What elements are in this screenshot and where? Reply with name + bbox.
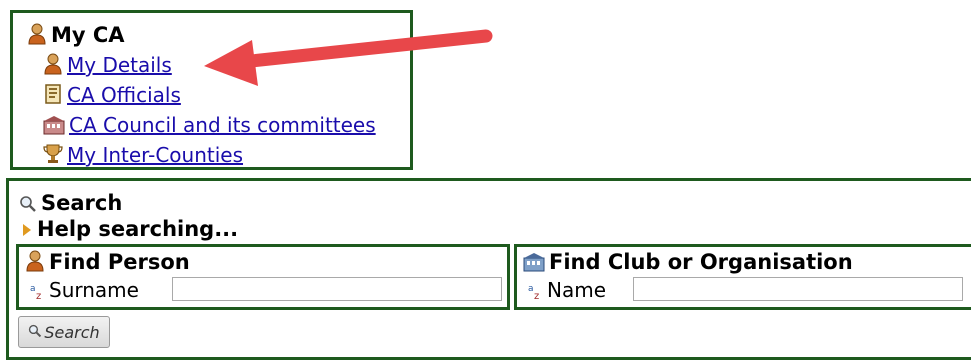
link-my-details[interactable]: My Details [43, 53, 172, 80]
magnifier-icon [28, 323, 42, 342]
search-heading: Search [19, 191, 122, 218]
ca-officials-label[interactable]: CA Officials [67, 83, 181, 107]
building-icon [523, 252, 545, 277]
svg-text:z: z [534, 291, 539, 300]
my-ca-panel: My CA My Details CA Officials CA Council… [10, 10, 413, 170]
help-searching-label[interactable]: Help searching... [37, 217, 238, 241]
find-club-heading: Find Club or Organisation [523, 250, 853, 277]
document-icon [43, 83, 63, 110]
person-icon [25, 250, 45, 277]
my-details-label[interactable]: My Details [67, 53, 172, 77]
help-searching-toggle[interactable]: Help searching... [21, 217, 238, 244]
person-icon [43, 53, 63, 80]
ca-council-label[interactable]: CA Council and its committees [69, 113, 376, 137]
my-ca-heading: My CA [27, 23, 125, 50]
search-title: Search [41, 191, 123, 215]
link-ca-council[interactable]: CA Council and its committees [43, 113, 376, 140]
az-sort-icon: az [527, 281, 543, 305]
my-ca-title: My CA [51, 23, 125, 47]
club-name-input[interactable] [633, 277, 963, 301]
name-field-label: az Name [527, 278, 606, 305]
name-label: Name [547, 278, 607, 302]
find-person-title: Find Person [49, 250, 190, 274]
svg-text:a: a [30, 284, 36, 294]
search-button-label: Search [44, 322, 100, 342]
surname-label: Surname [49, 278, 139, 302]
link-ca-officials[interactable]: CA Officials [43, 83, 181, 110]
building-icon [43, 115, 65, 140]
person-icon [27, 23, 47, 50]
search-button[interactable]: Search [18, 316, 110, 348]
my-inter-counties-label[interactable]: My Inter-Counties [67, 143, 243, 167]
find-club-title: Find Club or Organisation [549, 250, 853, 274]
svg-text:a: a [528, 284, 534, 294]
caret-right-icon [21, 220, 33, 244]
svg-text:z: z [36, 291, 41, 300]
trophy-icon [43, 143, 63, 170]
magnifier-icon [19, 194, 37, 218]
surname-input[interactable] [172, 277, 502, 301]
link-my-inter-counties[interactable]: My Inter-Counties [43, 143, 243, 170]
surname-field-label: az Surname [29, 278, 139, 305]
find-person-heading: Find Person [25, 250, 190, 277]
az-sort-icon: az [29, 281, 45, 305]
